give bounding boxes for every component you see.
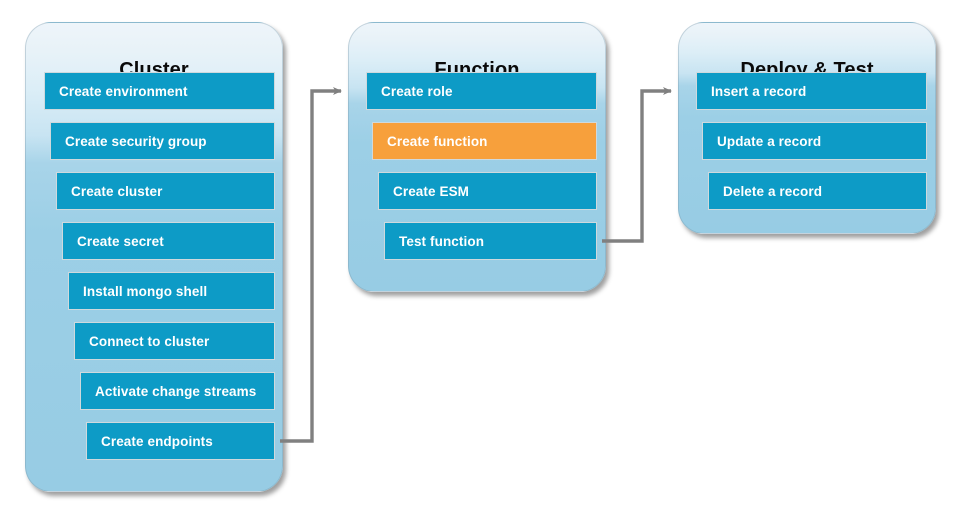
step-label: Create environment: [59, 83, 188, 99]
step-label: Create endpoints: [101, 433, 213, 449]
step-delete-a-record[interactable]: Delete a record: [708, 172, 927, 210]
step-label: Create secret: [77, 233, 164, 249]
step-create-security-group[interactable]: Create security group: [50, 122, 275, 160]
step-create-endpoints[interactable]: Create endpoints: [86, 422, 275, 460]
step-create-secret[interactable]: Create secret: [62, 222, 275, 260]
workflow-diagram: Cluster Create environment Create securi…: [0, 0, 965, 505]
step-activate-change-streams[interactable]: Activate change streams: [80, 372, 275, 410]
step-label: Create role: [381, 83, 453, 99]
step-connect-to-cluster[interactable]: Connect to cluster: [74, 322, 275, 360]
step-label: Activate change streams: [95, 383, 257, 399]
connector-function-to-deploy-test: [602, 87, 672, 243]
step-label: Create cluster: [71, 183, 163, 199]
step-create-esm[interactable]: Create ESM: [378, 172, 597, 210]
step-label: Test function: [399, 233, 485, 249]
step-label: Create function: [387, 133, 488, 149]
step-label: Delete a record: [723, 183, 823, 199]
step-create-role[interactable]: Create role: [366, 72, 597, 110]
step-label: Install mongo shell: [83, 283, 208, 299]
step-create-cluster[interactable]: Create cluster: [56, 172, 275, 210]
step-install-mongo-shell[interactable]: Install mongo shell: [68, 272, 275, 310]
step-label: Update a record: [717, 133, 822, 149]
step-create-environment[interactable]: Create environment: [44, 72, 275, 110]
step-label: Create ESM: [393, 183, 470, 199]
step-create-function[interactable]: Create function: [372, 122, 597, 160]
step-update-a-record[interactable]: Update a record: [702, 122, 927, 160]
step-label: Create security group: [65, 133, 207, 149]
step-label: Insert a record: [711, 83, 807, 99]
step-label: Connect to cluster: [89, 333, 210, 349]
connector-cluster-to-function: [280, 87, 342, 443]
step-insert-a-record[interactable]: Insert a record: [696, 72, 927, 110]
step-test-function[interactable]: Test function: [384, 222, 597, 260]
